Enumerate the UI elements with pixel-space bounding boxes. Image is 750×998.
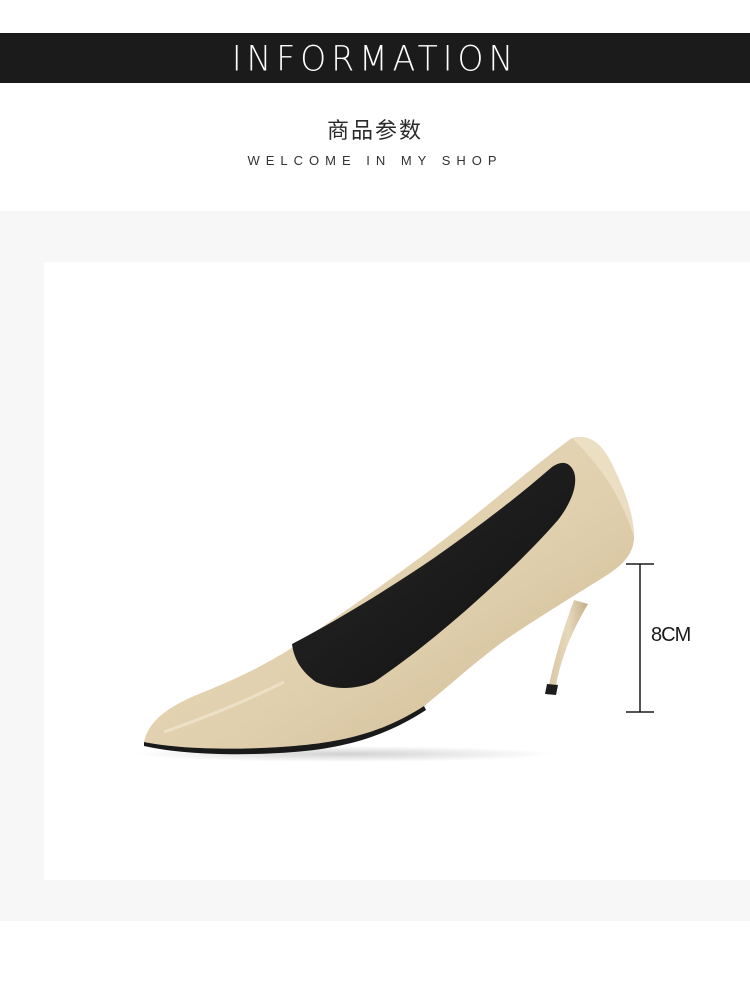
banner-title: INFORMATION <box>231 37 519 79</box>
header-banner: INFORMATION <box>0 33 750 83</box>
section-title-cn: 商品参数 <box>326 119 423 144</box>
section-subtitle-en: WELCOME IN MY SHOP <box>247 153 503 168</box>
product-photo: 8CM <box>44 262 750 880</box>
heel-tip <box>545 684 558 695</box>
heel-height-label: 8CM <box>651 624 691 646</box>
pointed-pump-shoe-image <box>134 436 654 762</box>
heel-stem <box>549 600 588 686</box>
heel-height-measure <box>626 563 654 713</box>
